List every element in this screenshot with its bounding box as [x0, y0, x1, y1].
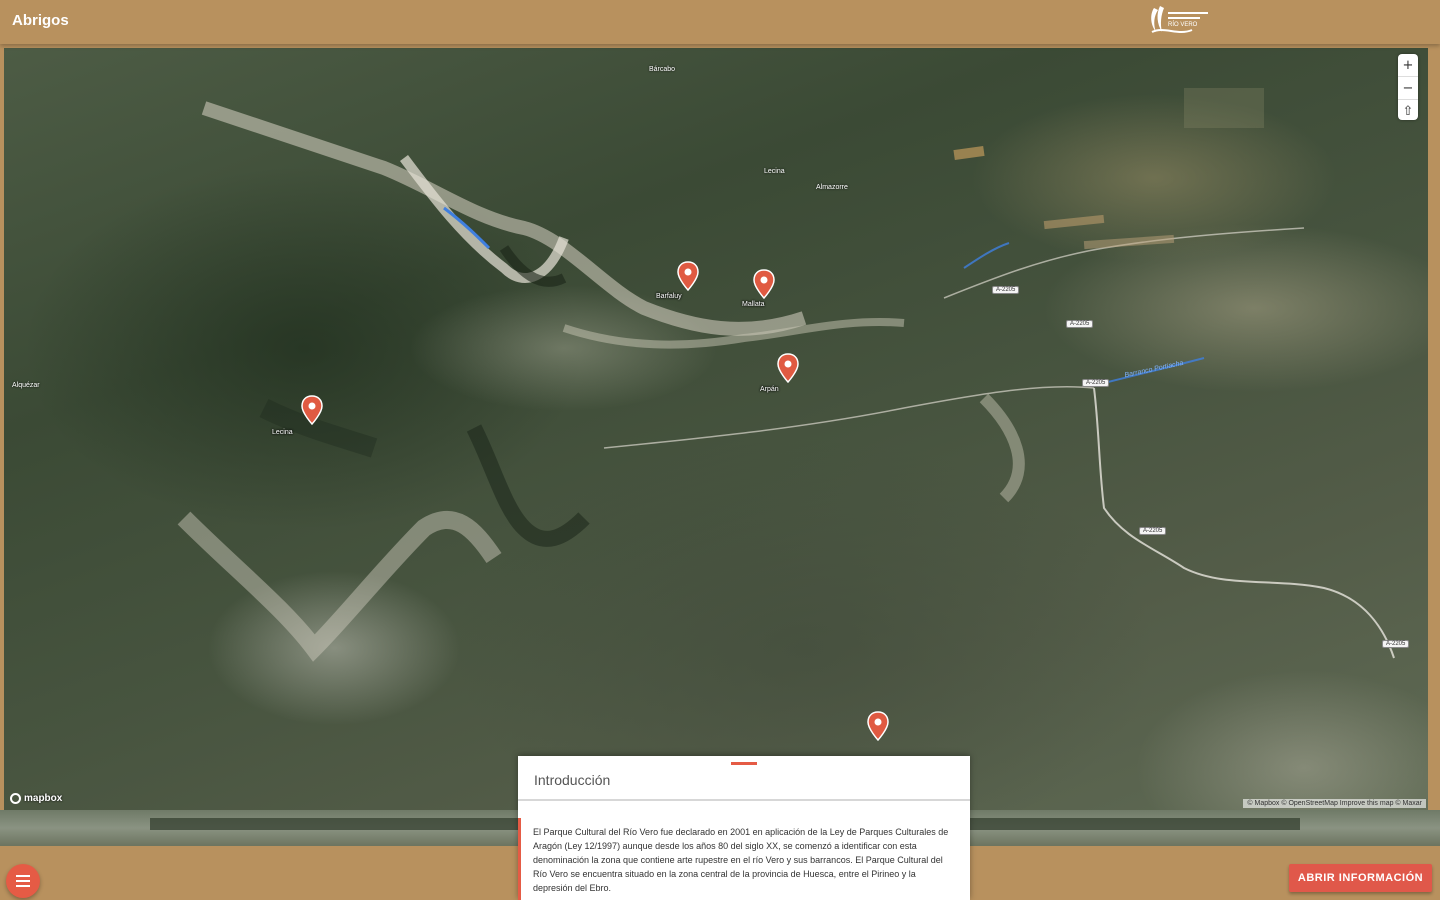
marker-label: Mallata	[742, 301, 765, 308]
info-panel-title: Introducción	[534, 772, 611, 788]
top-app-bar: Abrigos RÍO VERO	[0, 0, 1440, 44]
place-label: Lecina	[764, 168, 785, 175]
hamburger-menu-icon	[16, 875, 30, 887]
road-badge: A-2205	[992, 286, 1020, 294]
map-attribution[interactable]: © Mapbox © OpenStreetMap Improve this ma…	[1243, 799, 1426, 808]
map-marker-pin-icon[interactable]	[753, 269, 775, 300]
logo-text: RÍO VERO	[1168, 21, 1198, 28]
map-terrain-overlay	[177, 88, 1395, 662]
map-marker-pin-icon[interactable]	[301, 395, 323, 426]
compass-reset-button[interactable]: ⇧	[1398, 100, 1418, 122]
open-information-button[interactable]: ABRIR INFORMACIÓN	[1289, 864, 1432, 892]
mapbox-logo-icon	[10, 793, 21, 804]
page-title: Abrigos	[12, 12, 69, 29]
place-label: Almazorre	[816, 184, 848, 191]
marker-label: Lecina	[272, 429, 293, 436]
road-badge: A-2205	[1066, 320, 1094, 328]
road-badge: A-2205	[1082, 379, 1110, 387]
divider	[518, 799, 970, 801]
mapbox-logo-text: mapbox	[24, 793, 63, 804]
road-badge: A-2205	[1139, 527, 1167, 535]
marker-label: Arpán	[760, 386, 779, 393]
mapbox-logo[interactable]: mapbox	[10, 793, 62, 804]
map-marker-pin-icon[interactable]	[867, 711, 889, 742]
info-panel-body: El Parque Cultural del Río Vero fue decl…	[533, 827, 949, 893]
panel-drag-handle[interactable]	[731, 762, 757, 765]
zoom-out-button[interactable]: −	[1398, 77, 1418, 100]
place-label: Bárcabo	[649, 66, 676, 73]
menu-button[interactable]	[6, 864, 40, 898]
map-zoom-control: + − ⇧	[1398, 54, 1418, 120]
place-label: Alquézar	[12, 382, 40, 389]
info-panel: Introducción El Parque Cultural del Río …	[518, 756, 970, 900]
parque-cultural-logo-icon: RÍO VERO	[1144, 2, 1216, 40]
road-badge: A-2205	[1382, 640, 1410, 648]
zoom-in-button[interactable]: +	[1398, 54, 1418, 77]
info-accent-bar	[518, 818, 521, 900]
map-marker-pin-icon[interactable]	[777, 353, 799, 384]
marker-label: Barfaluy	[656, 293, 682, 300]
satellite-map[interactable]: Barfaluy Mallata Arpán Lecina Bárcabo Al…	[4, 48, 1428, 810]
map-marker-pin-icon[interactable]	[677, 261, 699, 292]
